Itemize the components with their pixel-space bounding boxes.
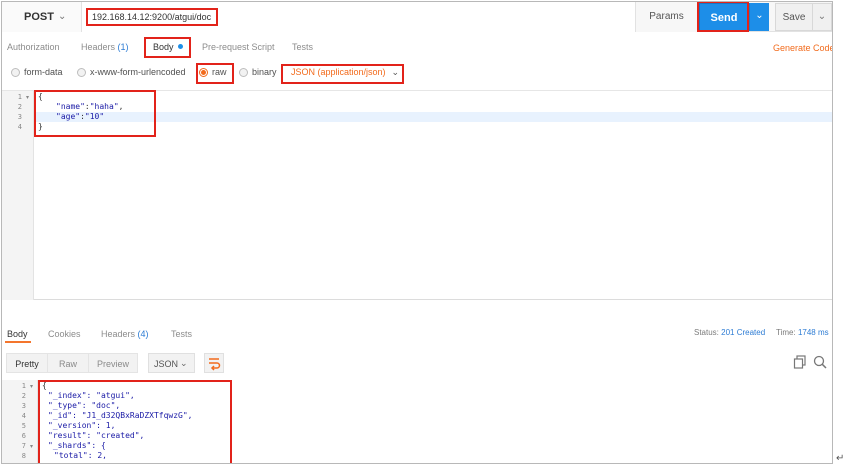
method-select[interactable]: POST ⌄ [2, 2, 82, 32]
annotation-request-body [34, 90, 156, 137]
line-number: 9 [6, 462, 26, 463]
line-number: 4 [17, 123, 22, 131]
line-number: 2 [21, 392, 26, 400]
chevron-down-icon: ⌄ [180, 358, 188, 368]
search-icon[interactable] [813, 355, 827, 369]
status-value: 201 Created [721, 328, 766, 337]
format-label: JSON [154, 359, 179, 369]
line-number: 5 [21, 422, 26, 430]
params-button[interactable]: Params [636, 2, 698, 32]
generate-code-link[interactable]: Generate Code [773, 43, 832, 53]
tab-headers-label: Headers [81, 42, 116, 52]
annotation-raw [196, 63, 234, 84]
response-time: Time: 1748 ms [776, 328, 829, 337]
response-status: Status: 201 Created [694, 328, 765, 337]
annotation-url [86, 8, 218, 26]
line-number: 2 [17, 103, 22, 111]
response-format-select[interactable]: JSON ⌄ [148, 353, 195, 373]
fold-icon[interactable]: ▾ [26, 94, 29, 101]
time-value: 1748 ms [797, 328, 829, 337]
save-button[interactable]: Save [775, 3, 813, 31]
line-number: 8 [21, 452, 26, 460]
tab-headers[interactable]: Headers (1) [81, 42, 129, 52]
method-label: POST [24, 11, 54, 23]
tab-pre-request-script[interactable]: Pre-request Script [202, 42, 275, 52]
save-dropdown-button[interactable]: ⌄ [812, 3, 832, 31]
response-view-bar: Pretty Raw Preview JSON ⌄ [2, 348, 832, 378]
pretty-button[interactable]: Pretty [6, 353, 48, 373]
copy-icon[interactable] [793, 355, 807, 369]
wrap-lines-icon [209, 358, 221, 371]
resp-tab-body[interactable]: Body [7, 329, 28, 339]
headers-count: (1) [117, 42, 129, 52]
annotation-json-type [281, 64, 404, 84]
chevron-down-icon: ⌄ [755, 10, 764, 21]
preview-button[interactable]: Preview [88, 353, 138, 373]
form-data-label: form-data [24, 67, 63, 77]
wrap-lines-button[interactable] [204, 353, 224, 373]
resp-tab-cookies[interactable]: Cookies [48, 329, 81, 339]
tab-authorization[interactable]: Authorization [7, 42, 60, 52]
radio-form-data[interactable] [11, 68, 20, 77]
line-number: 1 [17, 93, 22, 101]
resp-tab-headers-label: Headers [101, 329, 136, 339]
status-label: Status: [694, 328, 719, 337]
resp-tab-headers[interactable]: Headers (4) [101, 329, 149, 339]
tab-tests[interactable]: Tests [292, 42, 313, 52]
line-number: 3 [17, 113, 22, 121]
request-tabs: Authorization Headers (1) Body Pre-reque… [2, 33, 832, 60]
response-tabs: Body Cookies Headers (4) Tests Status: 2… [2, 320, 832, 344]
time-label: Time: [776, 328, 796, 337]
line-number: 4 [21, 412, 26, 420]
radio-binary[interactable] [239, 68, 248, 77]
line-number: 6 [21, 432, 26, 440]
annotation-response-body [38, 380, 232, 463]
radio-urlencoded[interactable] [77, 68, 86, 77]
fold-icon[interactable]: ▾ [30, 443, 33, 450]
urlencoded-label: x-www-form-urlencoded [90, 67, 186, 77]
line-number: 7 [21, 442, 26, 450]
send-dropdown-button[interactable]: ⌄ [749, 3, 769, 31]
resp-headers-count: (4) [137, 329, 149, 339]
binary-label: binary [252, 67, 277, 77]
resp-tab-tests[interactable]: Tests [171, 329, 192, 339]
postman-window: POST ⌄ 192.168.14.12:9200/atgui/doc Para… [1, 1, 833, 464]
annotation-send [697, 2, 749, 32]
active-resp-tab-indicator [5, 341, 31, 343]
annotation-body-tab [144, 37, 191, 58]
raw-button[interactable]: Raw [47, 353, 89, 373]
chevron-down-icon: ⌄ [817, 11, 827, 22]
line-number: 3 [21, 402, 26, 410]
line-number: 1 [21, 382, 26, 390]
body-type-options: form-data x-www-form-urlencoded raw bina… [2, 62, 832, 86]
fold-icon[interactable]: ▾ [30, 383, 33, 390]
chevron-down-icon: ⌄ [58, 11, 67, 22]
return-mark-icon: ↵ [836, 453, 845, 464]
